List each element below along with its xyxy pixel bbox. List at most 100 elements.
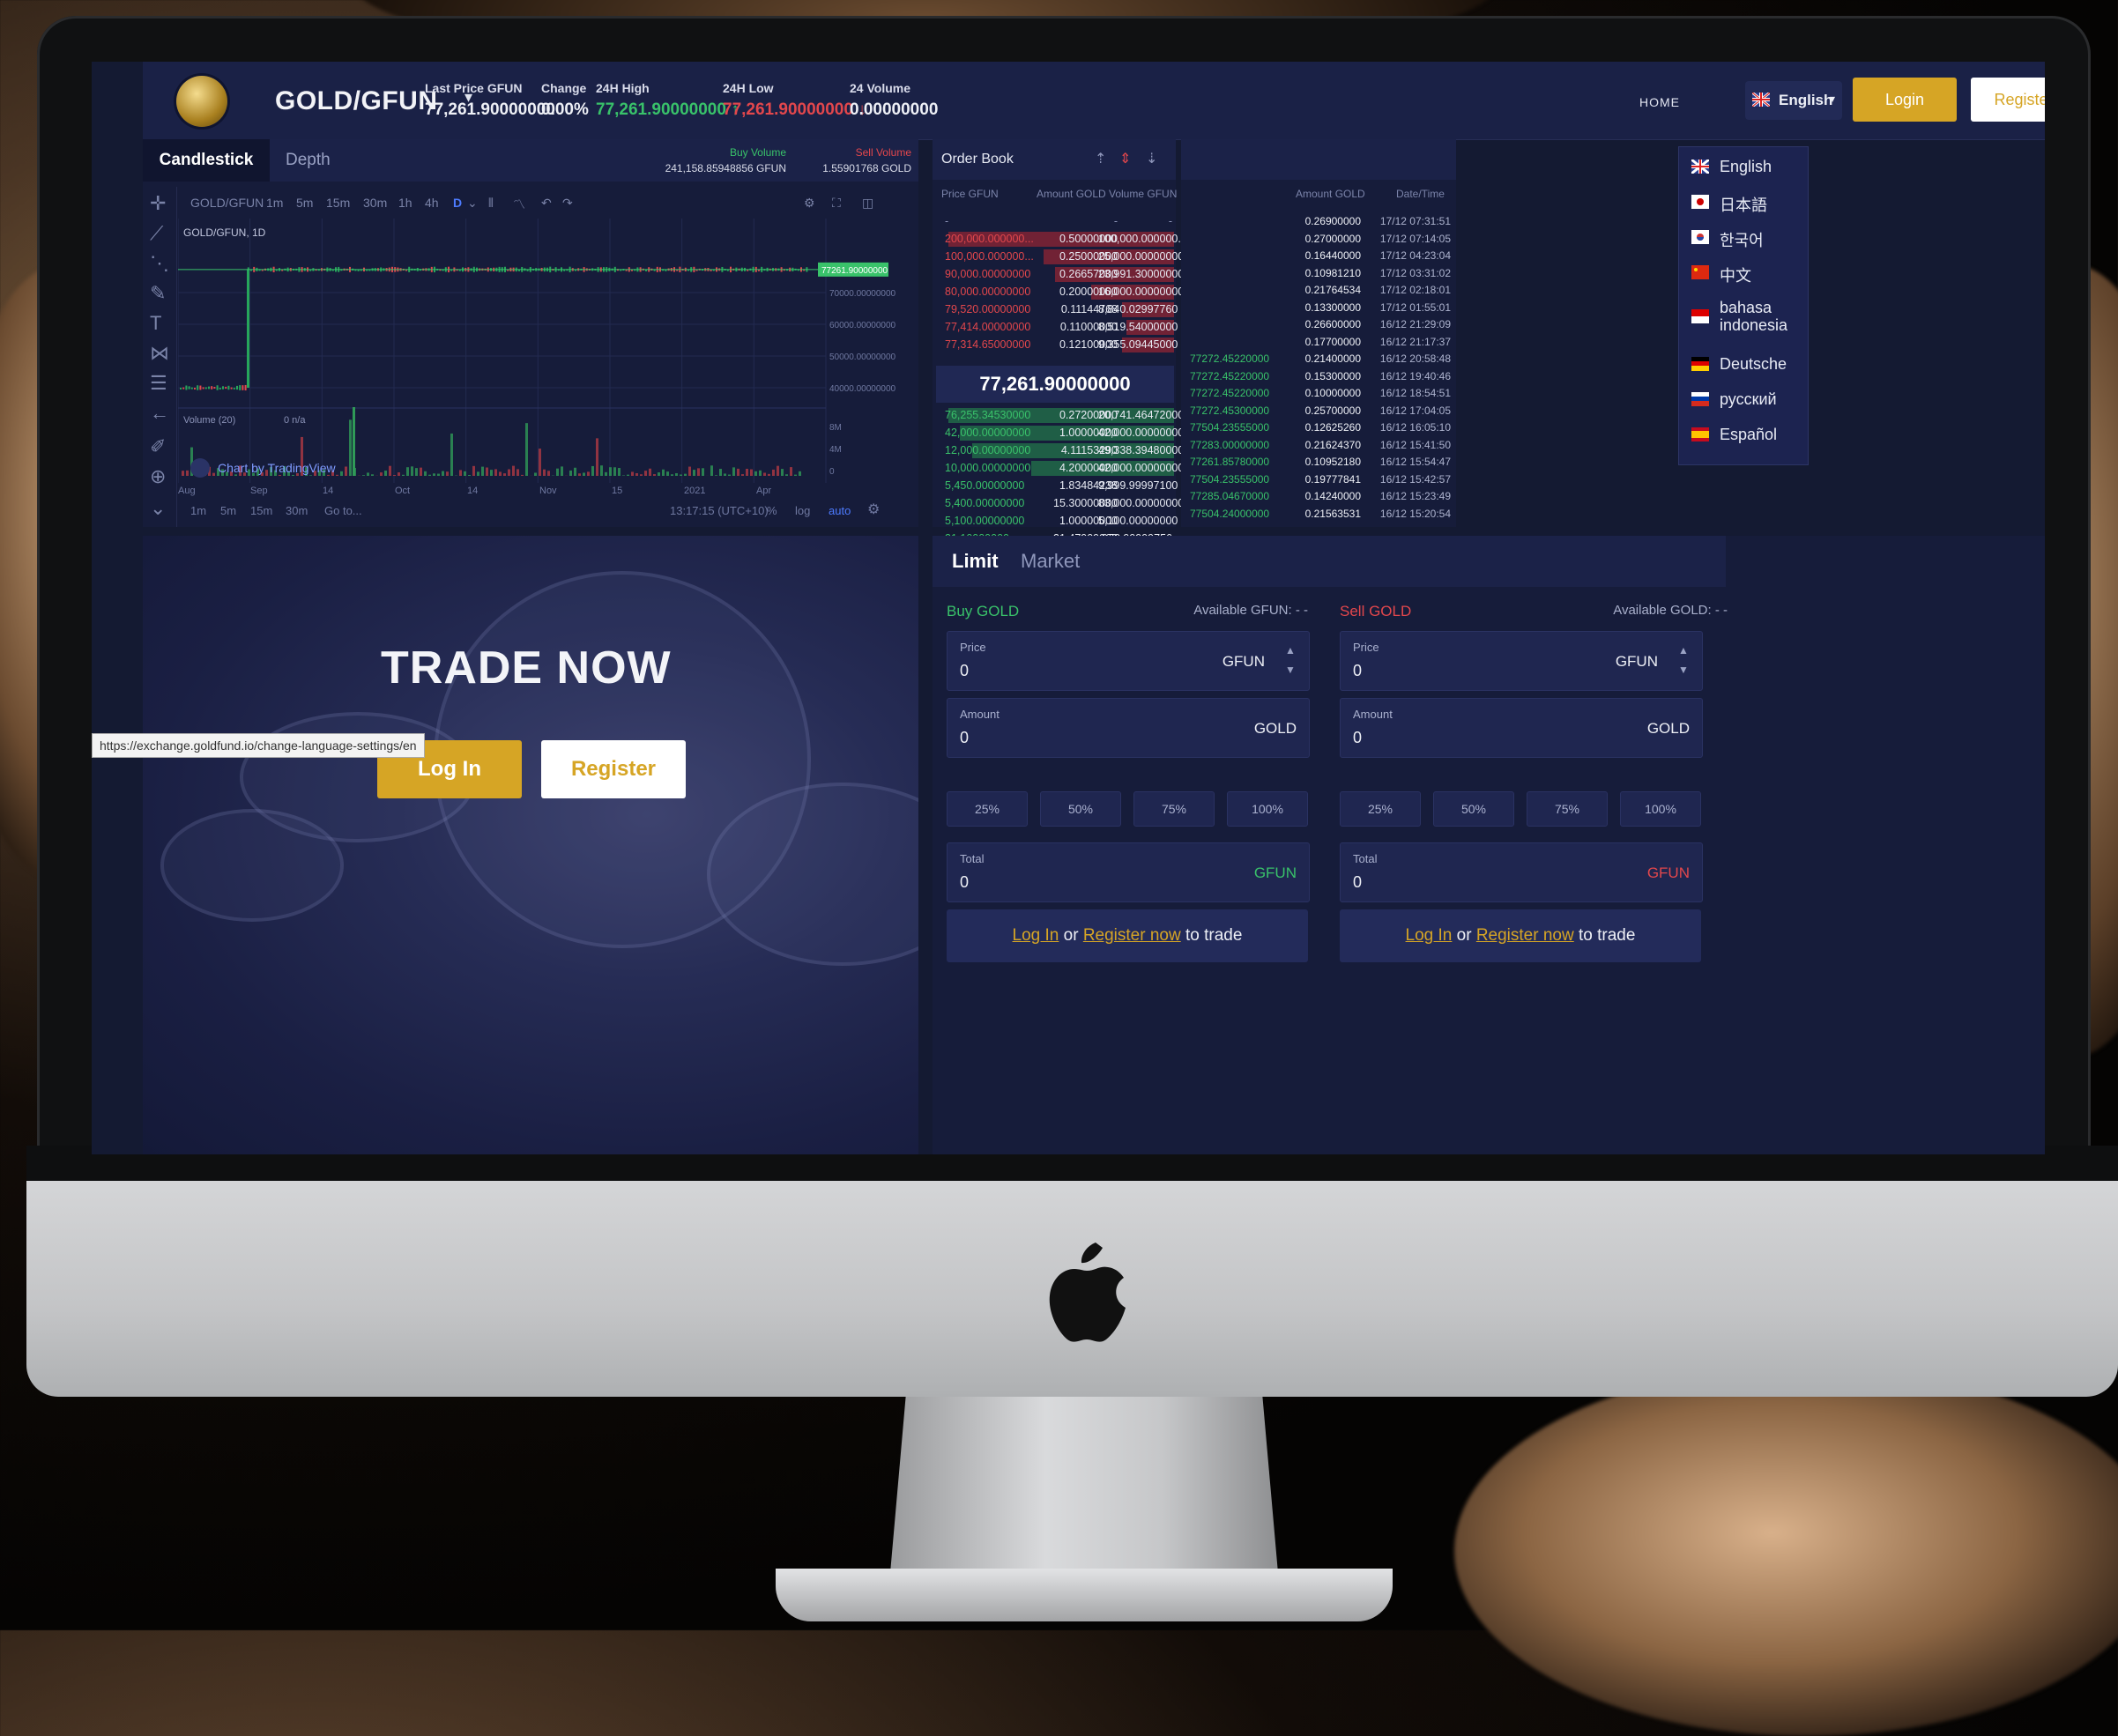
- zoom-icon[interactable]: ⊕: [150, 465, 166, 488]
- indicators-icon[interactable]: 〽: [513, 196, 525, 213]
- candles-icon[interactable]: ⫴: [488, 196, 494, 211]
- tab-market[interactable]: Market: [1021, 550, 1080, 573]
- brush-icon[interactable]: ✎: [150, 282, 166, 305]
- chevron-down-icon[interactable]: ⌄: [150, 497, 166, 520]
- sell-pct-50[interactable]: 50%: [1433, 791, 1514, 827]
- tab-candlestick[interactable]: Candlestick: [143, 139, 270, 182]
- camera-icon[interactable]: ◫: [862, 196, 873, 211]
- ask-row[interactable]: 77,414.000000000.110000008,519.54000000: [936, 319, 1174, 336]
- range-15m[interactable]: 15m: [250, 504, 272, 517]
- sell-pct-25[interactable]: 25%: [1340, 791, 1421, 827]
- ask-row[interactable]: 100,000.000000...0.2500000025,000.000000…: [936, 249, 1174, 265]
- bid-row[interactable]: 12,000.000000004.1115329049,338.39480000: [936, 442, 1174, 459]
- ask-row[interactable]: 90,000.000000000.2665700023,991.30000000: [936, 266, 1174, 283]
- auto-scale-toggle[interactable]: auto: [829, 504, 851, 517]
- login-link[interactable]: Log In: [1406, 926, 1453, 945]
- ask-row[interactable]: 79,520.000000000.111447688,840.02997760: [936, 301, 1174, 318]
- bid-row[interactable]: 5,450.000000001.834842389,999.99997100: [936, 478, 1174, 494]
- register-link[interactable]: Register now: [1476, 926, 1574, 945]
- field-value[interactable]: 0: [1353, 873, 1362, 892]
- percent-scale-toggle[interactable]: %: [767, 504, 777, 517]
- range-30m[interactable]: 30m: [286, 504, 308, 517]
- pair-selector[interactable]: GOLD/GFUN: [275, 86, 438, 116]
- settings-icon[interactable]: ⚙: [804, 196, 815, 211]
- buy-total-field[interactable]: Total 0 GFUN: [947, 842, 1310, 902]
- bid-row[interactable]: 5,100.000000001.000000005,100.00000000: [936, 513, 1174, 530]
- sell-price-field[interactable]: Price 0 GFUN ▲▼: [1340, 631, 1703, 691]
- bid-row[interactable]: 76,255.345300000.2720000020,741.46472000: [936, 407, 1174, 424]
- language-option-indonesian[interactable]: bahasa indonesia: [1679, 290, 1808, 341]
- brand-logo[interactable]: [176, 76, 227, 127]
- bid-row[interactable]: 42,000.000000001.0000000042,000.00000000: [936, 425, 1174, 441]
- sort-up-icon[interactable]: ⇡: [1095, 150, 1106, 167]
- ask-row[interactable]: 200,000.000000...0.50000000100,000.00000…: [936, 231, 1174, 248]
- trend-line-icon[interactable]: ⟋: [150, 222, 163, 245]
- register-button[interactable]: Register: [1971, 78, 2045, 122]
- buy-amount-field[interactable]: Amount 0 GOLD: [947, 698, 1310, 758]
- sort-both-icon[interactable]: ⇕: [1119, 150, 1131, 167]
- interval-1h[interactable]: 1h: [398, 196, 412, 210]
- range-5m[interactable]: 5m: [220, 504, 236, 517]
- interval-1d[interactable]: D: [453, 196, 462, 210]
- buy-price-field[interactable]: Price 0 GFUN ▲▼: [947, 631, 1310, 691]
- price-chart[interactable]: 70000.0000000060000.0000000050000.000000…: [178, 219, 918, 499]
- settings-icon[interactable]: ⚙: [867, 501, 880, 518]
- sell-amount-field[interactable]: Amount 0 GOLD: [1340, 698, 1703, 758]
- go-to-button[interactable]: Go to...: [324, 504, 362, 517]
- text-icon[interactable]: T: [150, 312, 161, 335]
- buy-pct-25[interactable]: 25%: [947, 791, 1028, 827]
- crosshair-icon[interactable]: ✛: [150, 192, 166, 215]
- login-link[interactable]: Log In: [1013, 926, 1059, 945]
- bid-row[interactable]: 5,400.0000000015.3000000083,000.00000000: [936, 495, 1174, 512]
- language-option-russian[interactable]: русский: [1679, 382, 1808, 417]
- log-scale-toggle[interactable]: log: [795, 504, 810, 517]
- field-value[interactable]: 0: [1353, 729, 1362, 747]
- language-option-japanese[interactable]: 日本語: [1679, 184, 1808, 219]
- language-option-english[interactable]: English: [1679, 149, 1808, 184]
- back-arrow-icon[interactable]: ←: [150, 402, 169, 425]
- nav-home-link[interactable]: HOME: [1639, 95, 1680, 109]
- language-option-korean[interactable]: 한국어: [1679, 219, 1808, 255]
- interval-4h[interactable]: 4h: [425, 196, 439, 210]
- language-option-spanish[interactable]: Español: [1679, 417, 1808, 452]
- sort-down-icon[interactable]: ⇣: [1146, 150, 1157, 167]
- chart-symbol[interactable]: GOLD/GFUN: [190, 196, 264, 210]
- field-value[interactable]: 0: [960, 873, 969, 892]
- buy-pct-100[interactable]: 100%: [1227, 791, 1308, 827]
- monitor-stand-base: [776, 1569, 1393, 1621]
- register-link[interactable]: Register now: [1083, 926, 1181, 945]
- interval-5m[interactable]: 5m: [296, 196, 313, 210]
- language-option-german[interactable]: Deutsche: [1679, 346, 1808, 382]
- measure-icon[interactable]: ☰: [150, 372, 167, 395]
- interval-15m[interactable]: 15m: [326, 196, 350, 210]
- buy-pct-75[interactable]: 75%: [1133, 791, 1215, 827]
- sell-pct-75[interactable]: 75%: [1527, 791, 1608, 827]
- promo-register-button[interactable]: Register: [541, 740, 686, 798]
- redo-icon[interactable]: ↷: [562, 196, 573, 211]
- fullscreen-icon[interactable]: ⛶: [832, 196, 841, 211]
- price-stepper[interactable]: ▲▼: [1674, 641, 1693, 681]
- price-stepper[interactable]: ▲▼: [1281, 641, 1300, 681]
- sell-total-field[interactable]: Total 0 GFUN: [1340, 842, 1703, 902]
- range-1m[interactable]: 1m: [190, 504, 206, 517]
- interval-1m[interactable]: 1m: [266, 196, 283, 210]
- chevron-down-icon[interactable]: ⌄: [467, 196, 478, 211]
- field-value[interactable]: 0: [960, 729, 969, 747]
- bid-row[interactable]: 10,000.000000004.2000000042,000.00000000: [936, 460, 1174, 477]
- sell-pct-100[interactable]: 100%: [1620, 791, 1701, 827]
- login-button[interactable]: Login: [1853, 78, 1957, 122]
- language-option-chinese[interactable]: 中文: [1679, 255, 1808, 290]
- interval-30m[interactable]: 30m: [363, 196, 387, 210]
- buy-pct-50[interactable]: 50%: [1040, 791, 1121, 827]
- pattern-icon[interactable]: ⋈: [150, 342, 169, 365]
- ask-row[interactable]: 77,314.650000000.121000009,355.09445000: [936, 337, 1174, 353]
- tab-depth[interactable]: Depth: [286, 139, 331, 182]
- ask-row[interactable]: 80,000.000000000.2000000016,000.00000000: [936, 284, 1174, 300]
- ruler-icon[interactable]: ✐: [150, 435, 166, 458]
- fib-icon[interactable]: ⋱: [150, 252, 169, 275]
- field-value[interactable]: 0: [1353, 662, 1362, 680]
- tab-limit[interactable]: Limit: [952, 550, 999, 573]
- language-selector[interactable]: English ▾: [1745, 81, 1842, 120]
- field-value[interactable]: 0: [960, 662, 969, 680]
- undo-icon[interactable]: ↶: [541, 196, 552, 211]
